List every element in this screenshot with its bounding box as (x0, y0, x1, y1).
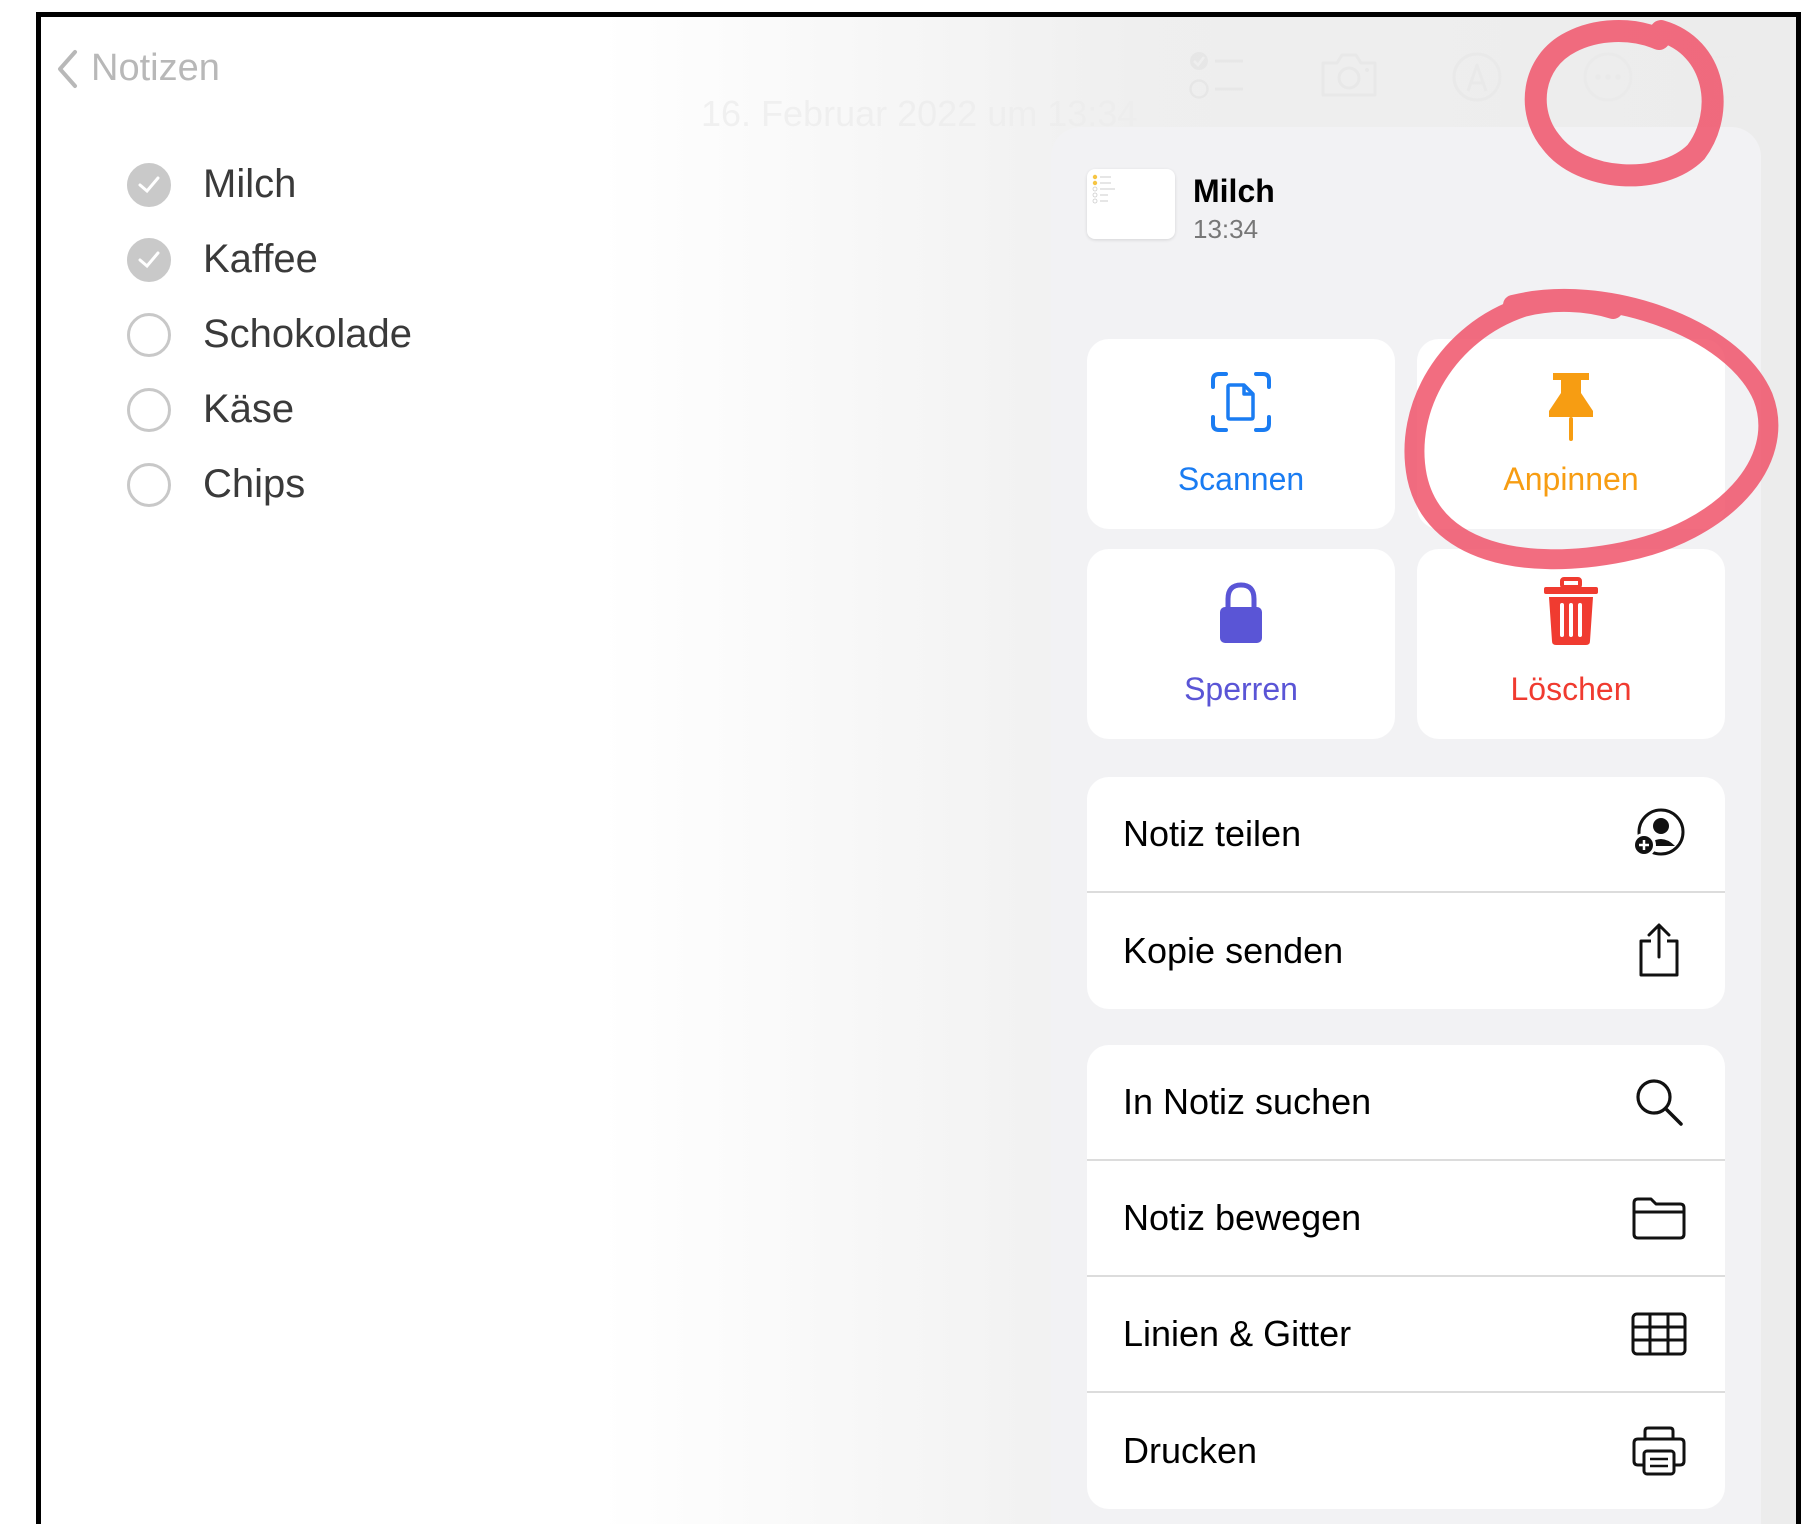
move-note-label: Notiz bewegen (1123, 1197, 1362, 1238)
lines-grid-row[interactable]: Linien & Gitter (1087, 1277, 1725, 1393)
note-header: Milch 13:34 (1087, 169, 1275, 245)
back-button[interactable]: Notizen (55, 47, 220, 90)
checklist-item: Milch (127, 147, 412, 222)
find-in-note-label: In Notiz suchen (1123, 1081, 1372, 1122)
checkbox-unchecked[interactable] (127, 462, 171, 507)
note-thumbnail (1087, 169, 1175, 239)
share-note-row[interactable]: Notiz teilen (1087, 777, 1725, 893)
share-group: Notiz teilen Kopie senden (1087, 777, 1725, 1009)
scan-label: Scannen (1177, 461, 1305, 497)
checkmark-icon (138, 176, 160, 193)
checkmark-icon (138, 251, 160, 268)
grid-icon (1629, 1304, 1689, 1364)
checkbox-checked[interactable] (127, 162, 171, 207)
more-icon[interactable] (1582, 51, 1634, 108)
checklist-text[interactable]: Chips (203, 462, 305, 507)
compose-icon[interactable] (1706, 51, 1758, 108)
checkbox-checked[interactable] (127, 237, 171, 282)
checklist-item: Kaffee (127, 222, 412, 297)
more-menu-popover: Milch 13:34 Scannen Anpinnen Sperren Lös… (1051, 127, 1761, 1524)
options-group: In Notiz suchen Notiz bewegen Linien & G… (1087, 1045, 1725, 1509)
lines-grid-label: Linien & Gitter (1123, 1313, 1352, 1354)
top-bar: Notizen 16. Februar 2022 um 13:34 (41, 17, 1796, 134)
lock-icon (1220, 582, 1262, 643)
share-note-label: Notiz teilen (1123, 813, 1302, 854)
delete-label: Löschen (1510, 671, 1632, 707)
checklist-text[interactable]: Käse (203, 387, 294, 432)
camera-icon[interactable] (1319, 51, 1379, 104)
chevron-left-icon (58, 49, 77, 88)
markup-icon[interactable] (1451, 51, 1503, 108)
checklist-text[interactable]: Kaffee (203, 237, 318, 282)
print-row[interactable]: Drucken (1087, 1393, 1725, 1509)
scan-document-icon (1211, 372, 1271, 432)
checklist-text[interactable]: Schokolade (203, 312, 412, 357)
checklist-icon[interactable] (1189, 51, 1245, 106)
pin-icon (1549, 373, 1593, 441)
lock-button[interactable]: Sperren (1087, 549, 1395, 739)
folder-icon (1629, 1188, 1689, 1248)
checkbox-unchecked[interactable] (127, 312, 171, 357)
checklist-item: Schokolade (127, 297, 412, 372)
checklist: Milch Kaffee Schokolade Käse Chips (127, 147, 412, 522)
find-in-note-row[interactable]: In Notiz suchen (1087, 1045, 1725, 1161)
delete-button[interactable]: Löschen (1417, 549, 1725, 739)
printer-icon (1629, 1421, 1689, 1481)
move-note-row[interactable]: Notiz bewegen (1087, 1161, 1725, 1277)
notes-window: Notizen 16. Februar 2022 um 13:34 Milch (36, 12, 1801, 1524)
share-icon (1629, 921, 1689, 981)
send-copy-label: Kopie senden (1123, 930, 1344, 971)
print-label: Drucken (1123, 1430, 1258, 1471)
pin-label: Anpinnen (1503, 461, 1639, 497)
scan-button[interactable]: Scannen (1087, 339, 1395, 529)
pin-button[interactable]: Anpinnen (1417, 339, 1725, 529)
search-icon (1629, 1072, 1689, 1132)
checklist-text[interactable]: Milch (203, 162, 296, 207)
checklist-item: Käse (127, 372, 412, 447)
note-time: 13:34 (1193, 214, 1259, 244)
share-person-icon (1629, 804, 1689, 864)
back-label: Notizen (91, 47, 220, 89)
checkbox-unchecked[interactable] (127, 387, 171, 432)
checklist-item: Chips (127, 447, 412, 522)
send-copy-row[interactable]: Kopie senden (1087, 893, 1725, 1009)
trash-icon (1544, 577, 1598, 645)
lock-label: Sperren (1184, 671, 1298, 707)
note-title: Milch (1193, 173, 1275, 209)
